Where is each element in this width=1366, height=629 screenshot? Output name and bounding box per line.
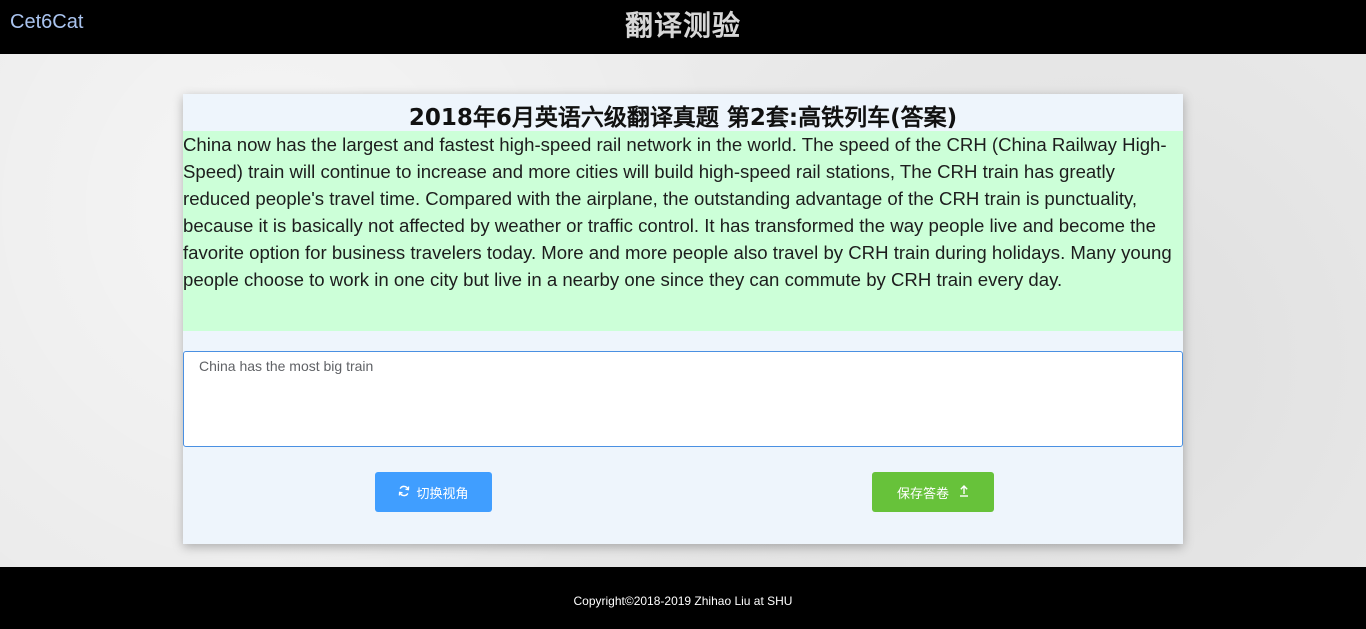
refresh-icon (398, 485, 410, 500)
reference-answer-passage: China now has the largest and fastest hi… (183, 131, 1183, 331)
answer-textarea[interactable]: China has the most big train (183, 351, 1183, 447)
switch-view-label: 切换视角 (416, 485, 469, 501)
top-navbar: Cet6Cat 翻译测验 (0, 0, 1366, 54)
quiz-card: 2018年6月英语六级翻译真题 第2套:高铁列车(答案) China now h… (183, 94, 1183, 544)
footer: Copyright©2018-2019 Zhihao Liu at SHU (0, 567, 1366, 629)
question-title: 2018年6月英语六级翻译真题 第2套:高铁列车(答案) (408, 105, 958, 131)
switch-view-button[interactable]: 切换视角 (375, 472, 492, 512)
save-answer-label: 保存答卷 (896, 485, 949, 501)
page-title: 翻译测验 (624, 9, 741, 42)
save-answer-button[interactable]: 保存答卷 (872, 472, 994, 512)
copyright-text: Copyright©2018-2019 Zhihao Liu at SHU (573, 594, 793, 608)
upload-icon (959, 484, 969, 500)
